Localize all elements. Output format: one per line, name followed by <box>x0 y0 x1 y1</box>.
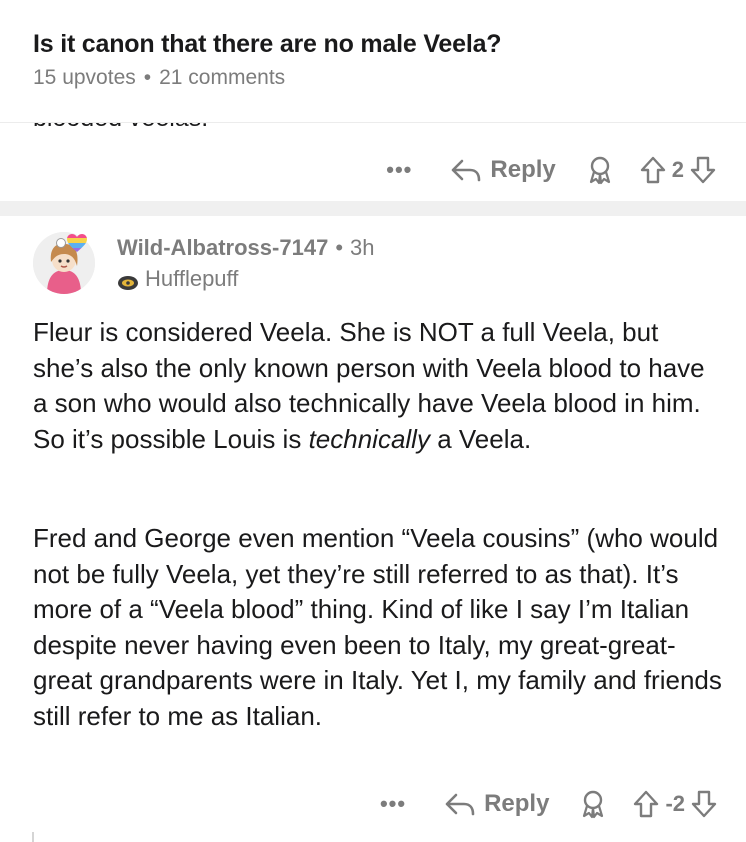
award-icon[interactable] <box>586 155 614 185</box>
author-separator: • <box>335 235 344 260</box>
comment-actions: ••• Reply -2 <box>380 784 717 824</box>
upvote-count: 15 upvotes <box>33 66 136 89</box>
downvote-arrow-icon[interactable] <box>691 789 717 819</box>
paragraph-1-italic: technically <box>308 423 430 454</box>
vote-control: 2 <box>640 155 716 185</box>
meta-separator: • <box>143 66 152 89</box>
comment-author-line: Wild-Albatross-7147 • 3h <box>117 235 375 261</box>
thread-line <box>32 832 34 842</box>
reply-label: Reply <box>490 156 556 183</box>
upvote-arrow-icon[interactable] <box>640 155 666 185</box>
post-meta: 15 upvotes • 21 comments <box>33 66 285 90</box>
reply-label: Reply <box>484 790 550 817</box>
post-header: Is it canon that there are no male Veela… <box>0 0 746 122</box>
reply-button[interactable]: Reply <box>442 156 556 184</box>
vote-control: -2 <box>633 789 717 819</box>
header-divider <box>0 122 746 123</box>
comment-separator <box>0 201 746 216</box>
reply-arrow-icon <box>450 156 482 184</box>
post-title: Is it canon that there are no male Veela… <box>33 30 502 58</box>
user-flair: Hufflepuff <box>117 266 238 292</box>
reply-button[interactable]: Reply <box>436 790 549 818</box>
vote-score: 2 <box>671 157 684 182</box>
avatar-pride-heart-icon <box>66 233 88 258</box>
downvote-arrow-icon[interactable] <box>690 155 716 185</box>
more-options-button[interactable]: ••• <box>380 793 406 815</box>
hufflepuff-badge-icon <box>117 271 139 290</box>
author-name[interactable]: Wild-Albatross-7147 <box>117 235 328 260</box>
avatar-bubble-icon <box>56 238 66 248</box>
comment-count: 21 comments <box>159 66 286 89</box>
vote-score: -2 <box>665 791 685 816</box>
previous-comment-actions: ••• Reply 2 <box>386 150 716 190</box>
reply-arrow-icon <box>444 790 476 818</box>
upvote-arrow-icon[interactable] <box>633 789 659 819</box>
comment-paragraph-2: Fred and George even mention “Veela cous… <box>33 523 722 731</box>
comment-paragraph-1: Fleur is considered Veela. She is NOT a … <box>33 315 723 457</box>
flair-text: Hufflepuff <box>145 266 239 291</box>
more-options-button[interactable]: ••• <box>386 159 412 181</box>
award-icon[interactable] <box>579 789 607 819</box>
comment-age: 3h <box>350 235 375 260</box>
paragraph-1-end: a Veela. <box>429 423 532 454</box>
